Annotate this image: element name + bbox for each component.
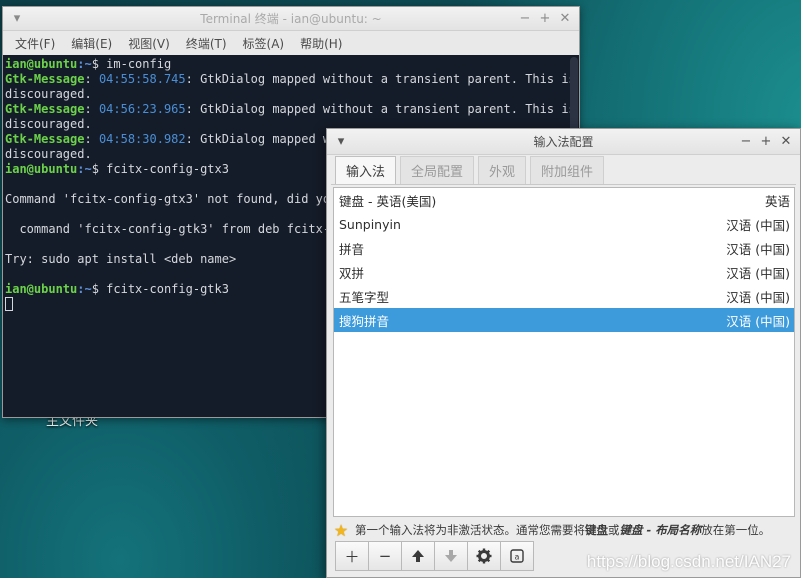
tab-addons[interactable]: 附加组件 [530, 156, 605, 184]
terminal-title: Terminal 终端 - ian@ubuntu: ~ [200, 12, 382, 26]
list-item[interactable]: 双拼 汉语 (中国) [334, 260, 794, 284]
window-menu-icon[interactable]: ▾ [9, 11, 25, 27]
input-method-list[interactable]: 键盘 - 英语(美国) 英语 Sunpinyin 汉语 (中国) 拼音 汉语 (… [333, 187, 795, 517]
close-icon[interactable]: ✕ [557, 11, 573, 27]
terminal-line: Gtk-Message: 04:55:58.745: GtkDialog map… [5, 72, 576, 86]
terminal-line: discouraged. [5, 87, 92, 101]
tab-input-method[interactable]: 输入法 [335, 156, 397, 184]
menu-view[interactable]: 视图(V) [120, 35, 178, 52]
arrow-up-icon [412, 550, 424, 562]
list-item[interactable]: 五笔字型 汉语 (中国) [334, 284, 794, 308]
move-up-button[interactable] [401, 541, 435, 571]
terminal-titlebar[interactable]: ▾ Terminal 终端 - ian@ubuntu: ~ − + ✕ [3, 7, 579, 31]
fcitx-titlebar[interactable]: ▾ 输入法配置 − + ✕ [327, 129, 800, 155]
configure-button[interactable] [467, 541, 501, 571]
plus-icon: ＋ [344, 547, 360, 566]
list-item-selected[interactable]: 搜狗拼音 汉语 (中国) [334, 308, 794, 332]
fcitx-config-window[interactable]: ▾ 输入法配置 − + ✕ 输入法 全局配置 外观 附加组件 键盘 - 英语(美… [326, 128, 801, 578]
menu-tabs[interactable]: 标签(A) [235, 35, 293, 52]
hint-message: ★ 第一个输入法将为非激活状态。通常您需要将键盘或键盘 - 布局名称放在第一位。 [333, 520, 796, 540]
im-toolbar: ＋ − a [335, 541, 534, 573]
add-button[interactable]: ＋ [335, 541, 369, 571]
list-item[interactable]: Sunpinyin 汉语 (中国) [334, 212, 794, 236]
terminal-menubar: 文件(F) 编辑(E) 视图(V) 终端(T) 标签(A) 帮助(H) [3, 31, 579, 55]
tab-appearance[interactable]: 外观 [478, 156, 527, 184]
terminal-line: Gtk-Message: 04:56:23.965: GtkDialog map… [5, 102, 576, 116]
minimize-icon[interactable]: − [517, 11, 533, 27]
fcitx-tabs: 输入法 全局配置 外观 附加组件 [331, 155, 796, 185]
terminal-line: ian@ubuntu:~$ im-config [5, 57, 172, 71]
list-item[interactable]: 拼音 汉语 (中国) [334, 236, 794, 260]
list-item[interactable]: 键盘 - 英语(美国) 英语 [334, 188, 794, 212]
hint-text: 第一个输入法将为非激活状态。通常您需要将键盘或键盘 - 布局名称放在第一位。 [355, 523, 771, 537]
fcitx-title: 输入法配置 [533, 135, 594, 149]
arrow-down-icon [445, 550, 457, 562]
tab-global-config[interactable]: 全局配置 [400, 156, 475, 184]
move-down-button[interactable] [434, 541, 468, 571]
menu-terminal[interactable]: 终端(T) [178, 35, 235, 52]
maximize-icon[interactable]: + [537, 11, 553, 27]
minimize-icon[interactable]: − [738, 134, 754, 150]
remove-button[interactable]: − [368, 541, 402, 571]
window-menu-icon[interactable]: ▾ [333, 134, 349, 150]
minus-icon: − [378, 547, 392, 565]
close-icon[interactable]: ✕ [778, 134, 794, 150]
watermark-text: https://blog.csdn.net/IAN27 [586, 552, 791, 571]
gear-icon [476, 548, 492, 564]
star-icon: ★ [333, 520, 349, 540]
menu-help[interactable]: 帮助(H) [292, 35, 350, 52]
menu-file[interactable]: 文件(F) [7, 35, 63, 52]
menu-edit[interactable]: 编辑(E) [63, 35, 120, 52]
keyboard-layout-button[interactable]: a [500, 541, 534, 571]
svg-text:a: a [515, 553, 520, 562]
maximize-icon[interactable]: + [758, 134, 774, 150]
terminal-cursor [5, 297, 13, 311]
keyboard-layout-icon: a [510, 549, 524, 563]
